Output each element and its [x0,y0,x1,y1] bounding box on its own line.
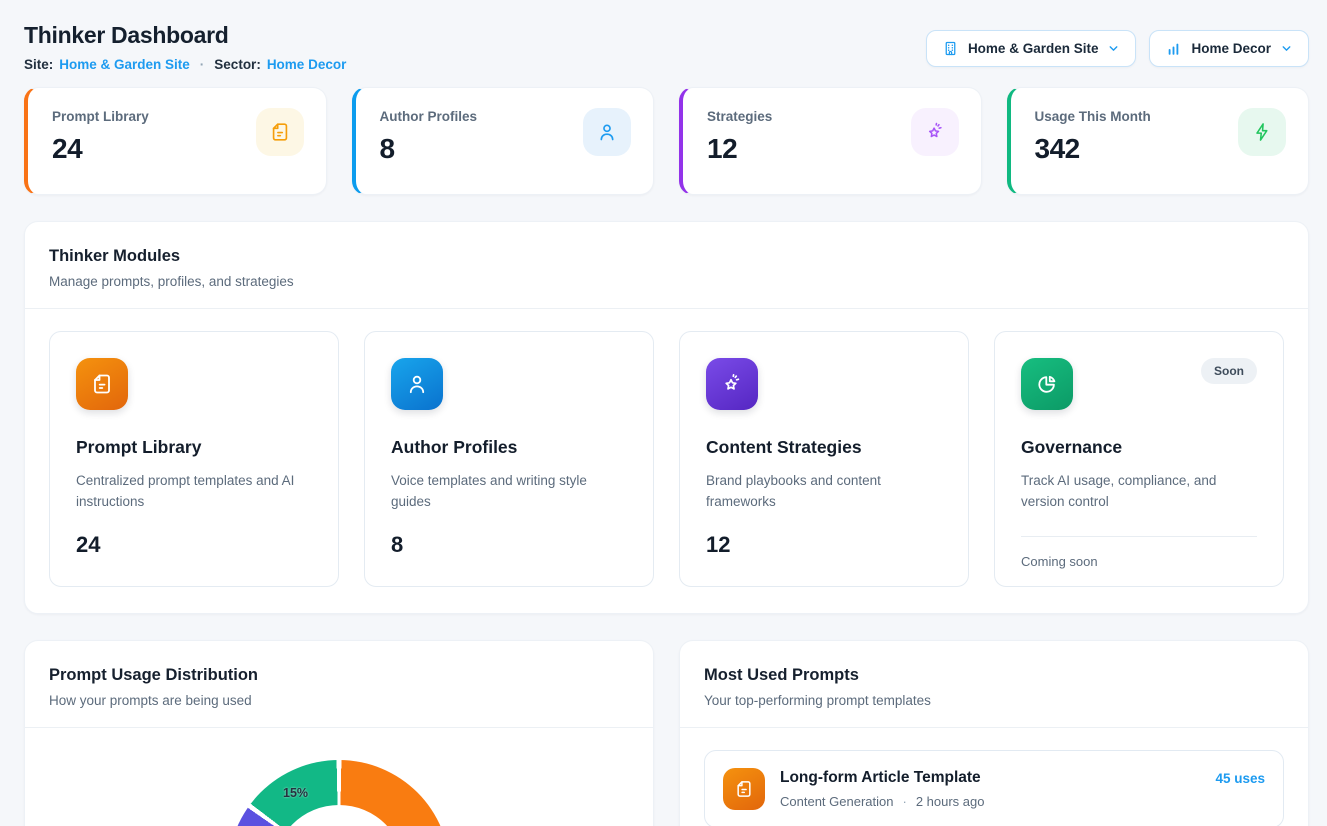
prompt-item-meta: Content Generation · 2 hours ago [780,794,1200,809]
page-title: Thinker Dashboard [24,22,346,49]
stat-card-strategies: Strategies 12 [679,87,982,195]
module-card-content-strategies[interactable]: Content Strategies Brand playbooks and c… [679,331,969,587]
pie-chart-icon [1021,358,1073,410]
lightning-bolt-icon [1238,108,1286,156]
building-icon [942,40,959,57]
module-title: Author Profiles [391,437,517,458]
usage-panel-header: Prompt Usage Distribution How your promp… [25,641,653,708]
chevron-down-icon [1280,42,1293,55]
person-icon [391,358,443,410]
prompt-item-uses: 45 uses [1215,768,1265,786]
document-icon [256,108,304,156]
header-left: Thinker Dashboard Site: Home & Garden Si… [24,22,346,72]
site-label: Site: [24,57,53,72]
module-description: Brand playbooks and content frameworks [706,471,942,513]
bottom-row: Prompt Usage Distribution How your promp… [24,640,1309,826]
coming-soon-text: Coming soon [1021,554,1098,569]
stat-card-usage: Usage This Month 342 [1007,87,1310,195]
usage-distribution-panel: Prompt Usage Distribution How your promp… [24,640,654,826]
dashboard-page: Thinker Dashboard Site: Home & Garden Si… [0,0,1327,826]
donut-chart: 15% [228,760,450,826]
module-card-author-profiles[interactable]: Author Profiles Voice templates and writ… [364,331,654,587]
document-icon [723,768,765,810]
module-description: Track AI usage, compliance, and version … [1021,471,1257,513]
modules-header: Thinker Modules Manage prompts, profiles… [25,222,1308,289]
separator-dot: · [200,57,205,72]
prompt-item-time: 2 hours ago [916,794,985,809]
most-used-subtitle: Your top-performing prompt templates [704,693,1284,708]
sector-label: Sector: [214,57,261,72]
modules-subtitle: Manage prompts, profiles, and strategies [49,274,1284,289]
site-selector-dropdown[interactable]: Home & Garden Site [926,30,1137,67]
sparkle-star-icon [911,108,959,156]
prompt-item-title: Long-form Article Template [780,769,1200,787]
module-title: Governance [1021,437,1122,458]
site-sector-line: Site: Home & Garden Site · Sector: Home … [24,57,346,72]
module-card-top: Soon [1021,358,1257,410]
thinker-modules-section: Thinker Modules Manage prompts, profiles… [24,221,1309,614]
site-link[interactable]: Home & Garden Site [59,57,190,72]
module-title: Content Strategies [706,437,862,458]
stat-card-author-profiles: Author Profiles 8 [352,87,655,195]
most-used-header: Most Used Prompts Your top-performing pr… [680,641,1308,708]
soon-badge: Soon [1201,358,1257,384]
sector-selector-dropdown[interactable]: Home Decor [1149,30,1309,67]
module-card-prompt-library[interactable]: Prompt Library Centralized prompt templa… [49,331,339,587]
module-stat: 8 [391,532,403,558]
most-used-title: Most Used Prompts [704,666,1284,685]
prompt-item-category: Content Generation [780,794,893,809]
module-title: Prompt Library [76,437,201,458]
document-icon [76,358,128,410]
stat-card-prompt-library: Prompt Library 24 [24,87,327,195]
module-stat: 24 [76,532,100,558]
usage-donut-chart: 15% [25,760,653,826]
most-used-prompts-panel: Most Used Prompts Your top-performing pr… [679,640,1309,826]
donut-segment-label: 15% [283,786,308,800]
page-header: Thinker Dashboard Site: Home & Garden Si… [24,22,1309,72]
module-description: Centralized prompt templates and AI inst… [76,471,312,513]
sector-link[interactable]: Home Decor [267,57,347,72]
header-actions: Home & Garden Site Home Decor [926,22,1309,67]
prompt-item-body: Long-form Article Template Content Gener… [780,769,1200,809]
donut-hole [273,805,405,826]
usage-panel-title: Prompt Usage Distribution [49,666,629,685]
sparkle-star-icon [706,358,758,410]
bar-chart-icon [1165,40,1182,57]
stats-row: Prompt Library 24 Author Profiles 8 Stra… [24,87,1309,195]
person-icon [583,108,631,156]
module-stat: 12 [706,532,730,558]
divider [25,727,653,728]
modules-grid: Prompt Library Centralized prompt templa… [25,309,1308,613]
chevron-down-icon [1107,42,1120,55]
sector-selector-label: Home Decor [1191,41,1271,56]
module-card-governance[interactable]: Soon Governance Track AI usage, complian… [994,331,1284,587]
site-selector-label: Home & Garden Site [968,41,1099,56]
usage-panel-subtitle: How your prompts are being used [49,693,629,708]
divider [1021,536,1257,537]
prompt-list-item[interactable]: Long-form Article Template Content Gener… [704,750,1284,826]
separator-dot: · [902,794,906,809]
prompt-list: Long-form Article Template Content Gener… [680,728,1308,826]
module-description: Voice templates and writing style guides [391,471,627,513]
modules-title: Thinker Modules [49,247,1284,266]
